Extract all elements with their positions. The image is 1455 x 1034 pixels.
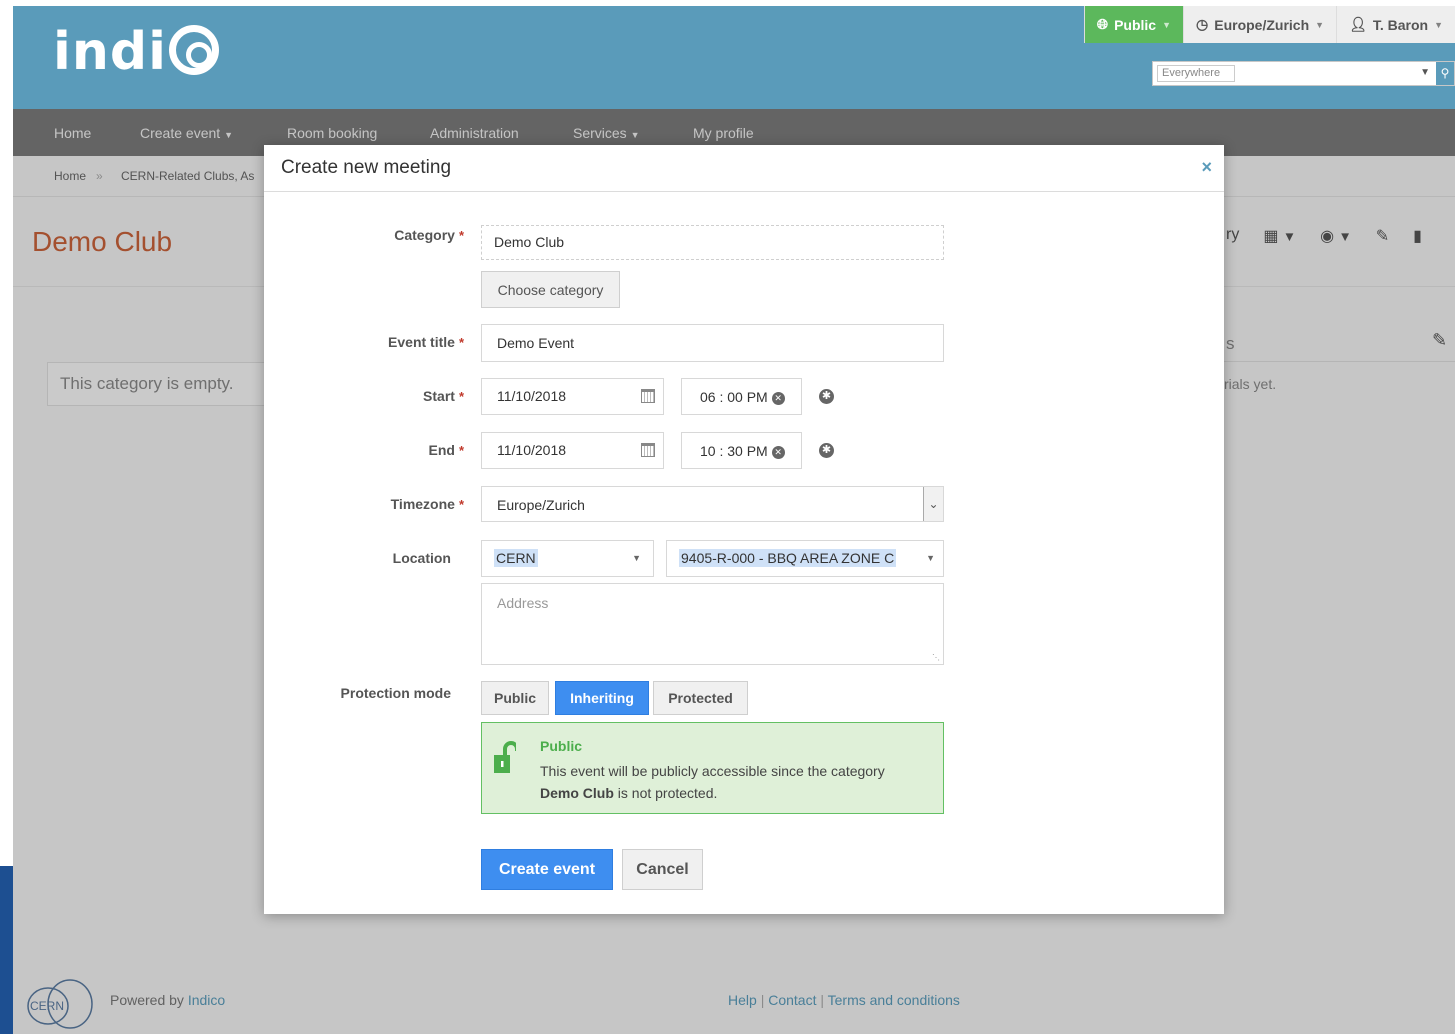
category-label: Category * bbox=[394, 227, 464, 243]
logo-ring-icon bbox=[168, 25, 219, 75]
search-input[interactable]: Everywhere ▼ ⚲ bbox=[1152, 61, 1455, 86]
user-dropdown[interactable]: 👤︎ T. Baron ▼ bbox=[1336, 6, 1455, 43]
user-label: T. Baron bbox=[1372, 16, 1429, 33]
search-icon[interactable]: ⚲ bbox=[1436, 62, 1454, 85]
clear-icon[interactable]: ✕ bbox=[771, 392, 785, 405]
dialog-header: Create new meeting × bbox=[264, 145, 1224, 192]
chevron-down-icon[interactable]: ▼ bbox=[632, 553, 641, 563]
calendar-icon[interactable] bbox=[641, 389, 655, 403]
venue-select[interactable]: CERN ▼ bbox=[481, 540, 654, 577]
timezone-label: Europe/Zurich bbox=[1214, 16, 1310, 33]
end-time-input[interactable]: 10 : 30 PM ✕ bbox=[681, 432, 802, 469]
indico-logo[interactable]: indi bbox=[53, 22, 219, 82]
unlock-icon bbox=[494, 741, 516, 773]
category-field: Demo Club bbox=[481, 225, 944, 260]
globe-icon[interactable]: ✱ bbox=[819, 389, 834, 404]
event-title-label: Event title * bbox=[388, 334, 464, 350]
calendar-icon[interactable] bbox=[641, 443, 655, 457]
notice-text: This event will be publicly accessible s… bbox=[540, 763, 885, 801]
clear-icon[interactable]: ✕ bbox=[771, 446, 785, 459]
globe-icon[interactable]: ✱ bbox=[819, 443, 834, 458]
address-textarea[interactable]: Address ⋱ bbox=[481, 583, 944, 665]
search-scope-select[interactable]: Everywhere bbox=[1157, 65, 1235, 82]
chevron-down-icon: ▼ bbox=[1315, 19, 1325, 30]
protection-mode-label: Protection mode bbox=[340, 685, 451, 701]
chevron-down-icon[interactable]: ▼ bbox=[1420, 67, 1430, 78]
protection-inheriting-button[interactable]: Inheriting bbox=[555, 681, 649, 715]
logo-text: indi bbox=[53, 22, 167, 82]
start-date-input[interactable]: 11/10/2018 bbox=[481, 378, 664, 415]
clock-icon: ◷ bbox=[1196, 16, 1209, 32]
timezone-label: Timezone * bbox=[390, 496, 464, 512]
cancel-button[interactable]: Cancel bbox=[622, 849, 703, 890]
chevron-down-icon: ▼ bbox=[1162, 19, 1172, 30]
protection-public-button[interactable]: Public bbox=[481, 681, 549, 715]
top-user-bar: 🌐︎ Public ▼ ◷ Europe/Zurich ▼ 👤︎ T. Baro… bbox=[1083, 6, 1455, 43]
location-label: Location bbox=[392, 550, 451, 566]
choose-category-button[interactable]: Choose category bbox=[481, 271, 620, 308]
room-select[interactable]: 9405-R-000 - BBQ AREA ZONE C ▼ bbox=[666, 540, 944, 577]
public-label: Public bbox=[1114, 16, 1157, 33]
start-label: Start * bbox=[423, 388, 464, 404]
create-meeting-dialog: Create new meeting × Category * Demo Club… bbox=[264, 145, 1224, 914]
chevron-down-icon[interactable]: ▼ bbox=[922, 553, 935, 563]
start-time-input[interactable]: 06 : 00 PM ✕ bbox=[681, 378, 802, 415]
public-dropdown[interactable]: 🌐︎ Public ▼ bbox=[1083, 6, 1184, 43]
chevron-down-icon: ▼ bbox=[1434, 19, 1443, 30]
timezone-select[interactable]: Europe/Zurich ⌄ bbox=[481, 486, 944, 522]
close-icon[interactable]: × bbox=[1201, 157, 1212, 178]
side-accent bbox=[0, 866, 13, 1034]
protection-notice: Public This event will be publicly acces… bbox=[481, 722, 944, 814]
chevron-down-icon[interactable]: ⌄ bbox=[923, 487, 943, 521]
end-date-input[interactable]: 11/10/2018 bbox=[481, 432, 664, 469]
dialog-title: Create new meeting bbox=[281, 157, 452, 178]
create-event-button[interactable]: Create event bbox=[481, 849, 613, 890]
resize-handle-icon[interactable]: ⋱ bbox=[932, 653, 940, 662]
globe-icon: 🌐︎ bbox=[1096, 16, 1109, 32]
timezone-dropdown[interactable]: ◷ Europe/Zurich ▼ bbox=[1183, 6, 1337, 43]
end-label: End * bbox=[428, 442, 464, 458]
event-title-input[interactable]: Demo Event bbox=[481, 324, 944, 362]
notice-title: Public bbox=[540, 738, 583, 754]
protection-protected-button[interactable]: Protected bbox=[653, 681, 748, 715]
user-icon: 👤︎ bbox=[1349, 16, 1367, 32]
